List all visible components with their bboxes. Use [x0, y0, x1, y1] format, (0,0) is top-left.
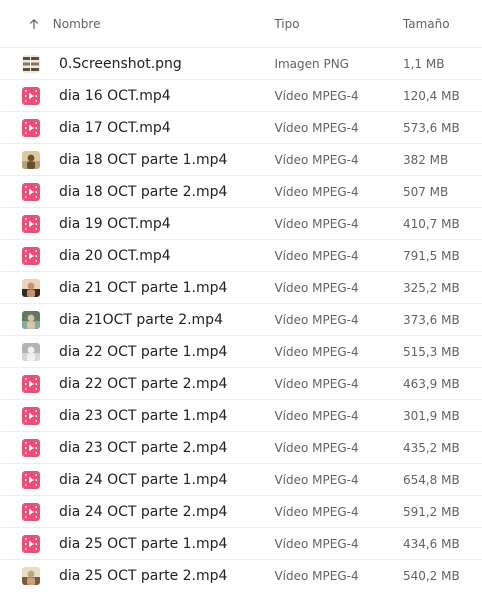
video-thumbnail-icon — [22, 342, 40, 361]
file-type: Vídeo MPEG-4 — [274, 120, 359, 135]
video-file-icon — [22, 118, 40, 137]
file-name: dia 23 OCT parte 1.mp4 — [59, 407, 228, 424]
video-file-icon — [22, 406, 40, 425]
file-name: dia 25 OCT parte 1.mp4 — [59, 535, 228, 552]
file-type: Vídeo MPEG-4 — [274, 312, 359, 327]
video-file-icon — [22, 470, 40, 489]
file-size: 654,8 MB — [402, 472, 460, 487]
file-row[interactable]: dia 22 OCT parte 1.mp4 Vídeo MPEG-4 515,3 … — [0, 336, 482, 368]
file-name: dia 24 OCT parte 1.mp4 — [59, 471, 228, 488]
file-type: Imagen PNG — [274, 56, 349, 71]
file-name: dia 22 OCT parte 2.mp4 — [59, 375, 228, 392]
file-row[interactable]: dia 21 OCT parte 1.mp4 Vídeo MPEG-4 325,2 … — [0, 272, 482, 304]
file-row[interactable]: dia 24 OCT parte 2.mp4 Vídeo MPEG-4 591,2 … — [0, 496, 482, 528]
file-size: 507 MB — [402, 184, 449, 199]
file-size: 325,2 MB — [402, 280, 460, 295]
file-name: dia 24 OCT parte 2.mp4 — [59, 503, 228, 520]
file-row[interactable]: dia 17 OCT.mp4 Vídeo MPEG-4 573,6 MB — [0, 112, 482, 144]
video-file-icon — [22, 214, 40, 233]
file-name: dia 18 OCT parte 2.mp4 — [59, 183, 228, 200]
file-list: Nombre Tipo Tamaño 0.Screenshot.png Image… — [0, 0, 482, 592]
file-type: Vídeo MPEG-4 — [274, 536, 359, 551]
file-type: Vídeo MPEG-4 — [274, 344, 359, 359]
file-type: Vídeo MPEG-4 — [274, 152, 359, 167]
file-size: 410,7 MB — [402, 216, 460, 231]
file-size: 515,3 MB — [402, 344, 460, 359]
file-size: 1,1 MB — [402, 56, 445, 71]
column-size-header[interactable]: Tamaño — [403, 17, 482, 31]
image-thumbnail-icon — [22, 54, 40, 73]
file-rows: 0.Screenshot.png Imagen PNG 1,1 MB dia 16 O… — [0, 48, 482, 592]
file-row[interactable]: dia 25 OCT parte 1.mp4 Vídeo MPEG-4 434,6 … — [0, 528, 482, 560]
file-row[interactable]: dia 21OCT parte 2.mp4 Vídeo MPEG-4 373,6 M… — [0, 304, 482, 336]
file-type: Vídeo MPEG-4 — [274, 280, 359, 295]
file-name: 0.Screenshot.png — [59, 55, 182, 72]
video-thumbnail-icon — [22, 310, 40, 329]
column-header: Nombre Tipo Tamaño — [0, 0, 482, 48]
file-type: Vídeo MPEG-4 — [274, 440, 359, 455]
file-size: 791,5 MB — [402, 248, 460, 263]
video-file-icon — [22, 534, 40, 553]
file-row[interactable]: dia 22 OCT parte 2.mp4 Vídeo MPEG-4 463,9 … — [0, 368, 482, 400]
file-row[interactable]: dia 20 OCT.mp4 Vídeo MPEG-4 791,5 MB — [0, 240, 482, 272]
column-name-header[interactable]: Nombre — [53, 17, 275, 31]
file-size: 120,4 MB — [402, 88, 460, 103]
file-size: 463,9 MB — [402, 376, 460, 391]
file-row[interactable]: dia 24 OCT parte 1.mp4 Vídeo MPEG-4 654,8 … — [0, 464, 482, 496]
file-type: Vídeo MPEG-4 — [274, 184, 359, 199]
video-file-icon — [22, 182, 40, 201]
video-file-icon — [22, 86, 40, 105]
sort-ascending-icon[interactable] — [24, 18, 44, 30]
file-name: dia 23 OCT parte 2.mp4 — [59, 439, 228, 456]
file-name: dia 20 OCT.mp4 — [59, 247, 171, 264]
video-thumbnail-icon — [22, 278, 40, 297]
file-name: dia 17 OCT.mp4 — [59, 119, 171, 136]
file-row[interactable]: 0.Screenshot.png Imagen PNG 1,1 MB — [0, 48, 482, 80]
video-file-icon — [22, 502, 40, 521]
file-type: Vídeo MPEG-4 — [274, 88, 359, 103]
file-size: 540,2 MB — [402, 569, 460, 583]
file-row[interactable]: dia 18 OCT parte 1.mp4 Vídeo MPEG-4 382 MB — [0, 144, 482, 176]
file-type: Vídeo MPEG-4 — [274, 408, 359, 423]
file-size: 301,9 MB — [402, 408, 460, 423]
video-file-icon — [22, 438, 40, 457]
column-type-header[interactable]: Tipo — [274, 17, 403, 31]
video-thumbnail-icon — [22, 567, 40, 585]
file-size: 373,6 MB — [402, 312, 460, 327]
file-row[interactable]: dia 19 OCT.mp4 Vídeo MPEG-4 410,7 MB — [0, 208, 482, 240]
file-type: Vídeo MPEG-4 — [274, 504, 359, 519]
file-size: 591,2 MB — [402, 504, 460, 519]
file-size: 435,2 MB — [402, 440, 460, 455]
file-type: Vídeo MPEG-4 — [274, 472, 359, 487]
file-type: Vídeo MPEG-4 — [274, 216, 359, 231]
file-name: dia 18 OCT parte 1.mp4 — [59, 151, 228, 168]
file-type: Vídeo MPEG-4 — [274, 376, 359, 391]
file-size: 434,6 MB — [402, 536, 460, 551]
file-name: dia 19 OCT.mp4 — [59, 215, 171, 232]
video-file-icon — [22, 246, 40, 265]
file-name: dia 21 OCT parte 1.mp4 — [59, 279, 228, 296]
file-size: 573,6 MB — [402, 120, 460, 135]
file-name: dia 22 OCT parte 1.mp4 — [59, 343, 228, 360]
file-type: Vídeo MPEG-4 — [274, 569, 359, 583]
file-row[interactable]: dia 18 OCT parte 2.mp4 Vídeo MPEG-4 507 MB — [0, 176, 482, 208]
file-size: 382 MB — [402, 152, 449, 167]
video-file-icon — [22, 374, 40, 393]
file-row[interactable]: dia 25 OCT parte 2.mp4 Vídeo MPEG-4 540,2 … — [0, 560, 482, 592]
file-name: dia 25 OCT parte 2.mp4 — [59, 568, 228, 584]
file-name: dia 21OCT parte 2.mp4 — [59, 311, 223, 328]
file-row[interactable]: dia 16 OCT.mp4 Vídeo MPEG-4 120,4 MB — [0, 80, 482, 112]
video-thumbnail-icon — [22, 150, 40, 169]
file-type: Vídeo MPEG-4 — [274, 248, 359, 263]
file-name: dia 16 OCT.mp4 — [59, 87, 171, 104]
file-row[interactable]: dia 23 OCT parte 2.mp4 Vídeo MPEG-4 435,2 … — [0, 432, 482, 464]
file-row[interactable]: dia 23 OCT parte 1.mp4 Vídeo MPEG-4 301,9 … — [0, 400, 482, 432]
